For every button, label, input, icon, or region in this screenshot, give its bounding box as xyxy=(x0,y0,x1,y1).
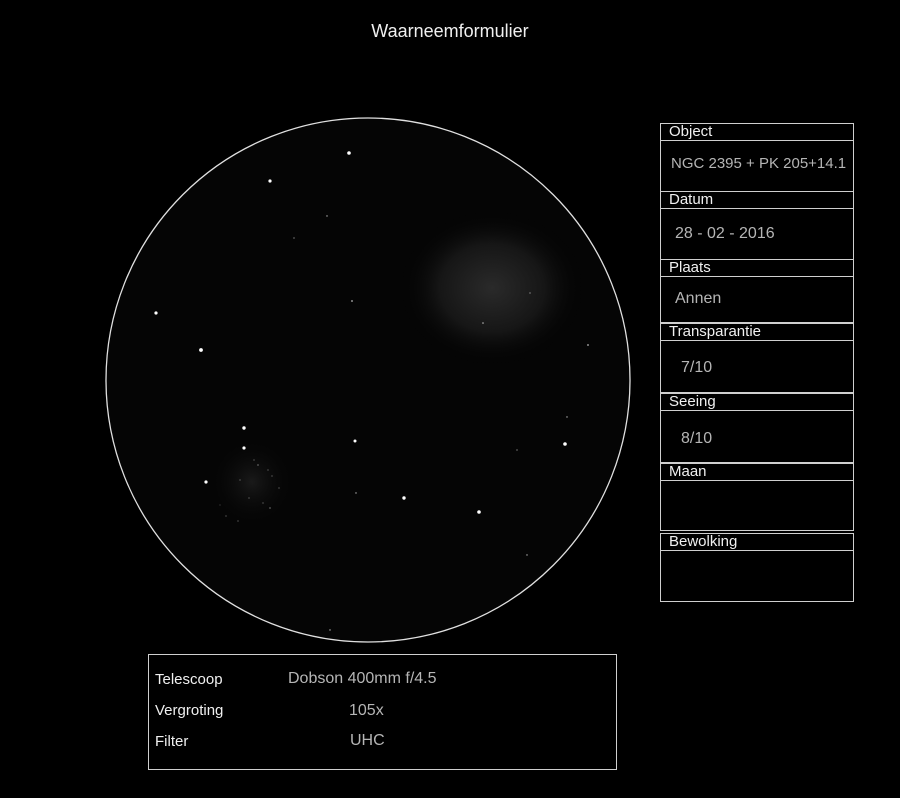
star xyxy=(242,446,246,450)
star xyxy=(268,179,272,183)
star xyxy=(355,492,357,494)
star xyxy=(257,464,259,466)
star xyxy=(278,487,280,489)
star xyxy=(239,479,241,481)
star xyxy=(248,497,250,499)
equipment-panel: Telescoop Dobson 400mm f/4.5 Vergroting … xyxy=(148,654,617,770)
field-value: 7/10 xyxy=(660,341,854,393)
star xyxy=(267,469,269,471)
field-value: 8/10 xyxy=(660,411,854,463)
field-value xyxy=(660,551,854,602)
star xyxy=(329,629,331,631)
star xyxy=(253,459,255,461)
star xyxy=(326,215,328,217)
star xyxy=(482,322,484,324)
star xyxy=(402,496,406,500)
star xyxy=(204,480,208,484)
star xyxy=(271,475,273,477)
field-label: Seeing xyxy=(660,393,854,411)
field-label: Plaats xyxy=(660,259,854,277)
field-label: Datum xyxy=(660,191,854,209)
star xyxy=(477,510,481,514)
star xyxy=(219,504,221,506)
star xyxy=(242,426,246,430)
equipment-value: UHC xyxy=(350,732,385,749)
star xyxy=(353,439,357,443)
star xyxy=(351,300,353,302)
equipment-label: Vergroting xyxy=(155,702,224,719)
field-value: Annen xyxy=(660,277,854,323)
field-label: Bewolking xyxy=(660,533,854,551)
planetary-nebula-glow xyxy=(397,208,587,368)
field-label: Object xyxy=(660,123,854,141)
star xyxy=(154,311,158,315)
open-cluster-glow xyxy=(204,432,300,532)
equipment-label: Telescoop xyxy=(155,671,223,688)
star xyxy=(563,442,567,446)
field-label: Maan xyxy=(660,463,854,481)
star xyxy=(262,502,264,504)
star xyxy=(347,151,351,155)
star xyxy=(529,292,531,294)
star xyxy=(237,520,239,522)
star xyxy=(526,554,528,556)
star xyxy=(225,515,227,517)
star xyxy=(516,449,518,451)
equipment-label: Filter xyxy=(155,733,189,750)
equipment-value: Dobson 400mm f/4.5 xyxy=(288,670,437,687)
star xyxy=(269,507,271,509)
field-value xyxy=(660,481,854,531)
star xyxy=(566,416,568,418)
field-label: Transparantie xyxy=(660,323,854,341)
star xyxy=(293,237,295,239)
field-circle xyxy=(105,117,631,643)
star xyxy=(587,344,589,346)
star xyxy=(199,348,203,352)
equipment-value: 105x xyxy=(349,702,384,719)
